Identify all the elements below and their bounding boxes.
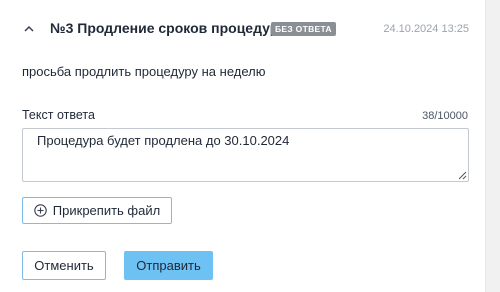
answer-textarea[interactable] (22, 128, 469, 182)
cancel-label: Отменить (34, 258, 94, 273)
send-label: Отправить (136, 258, 201, 273)
chevron-up-icon[interactable] (21, 20, 37, 36)
cancel-button[interactable]: Отменить (22, 251, 106, 280)
send-button[interactable]: Отправить (124, 251, 213, 280)
plus-circle-icon (34, 204, 47, 217)
question-title: №3 Продление сроков процедуры (50, 20, 291, 36)
scrollbar[interactable] (486, 0, 500, 292)
question-header: №3 Продление сроков процедуры БЕЗ ОТВЕТА… (0, 18, 486, 42)
status-badge: БЕЗ ОТВЕТА (271, 22, 336, 36)
attach-file-button[interactable]: Прикрепить файл (22, 197, 172, 224)
question-text: просьба продлить процедуру на неделю (22, 64, 266, 79)
question-card: №3 Продление сроков процедуры БЕЗ ОТВЕТА… (0, 0, 486, 292)
character-counter: 38/10000 (422, 110, 468, 122)
answer-label: Текст ответа (22, 108, 95, 122)
question-timestamp: 24.10.2024 13:25 (383, 23, 469, 35)
attach-file-label: Прикрепить файл (52, 203, 161, 218)
